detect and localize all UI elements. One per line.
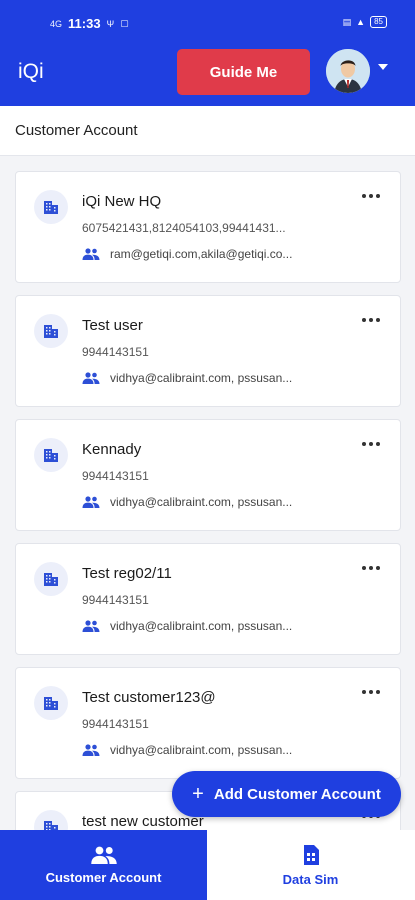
tab-label: Data Sim xyxy=(282,871,339,887)
more-options-icon[interactable] xyxy=(362,442,380,446)
building-icon xyxy=(34,438,68,472)
status-time: 11:33 xyxy=(68,16,101,31)
customer-phone: 9944143151 xyxy=(82,469,149,483)
customer-phone: 9944143151 xyxy=(82,593,149,607)
people-icon xyxy=(82,744,100,756)
people-icon xyxy=(82,620,100,632)
customer-emails: vidhya@calibraint.com, pssusan... xyxy=(110,743,293,757)
wifi-icon: ▲ xyxy=(356,17,366,27)
avatar[interactable] xyxy=(326,49,370,93)
tab-label: Customer Account xyxy=(45,869,162,885)
more-options-icon[interactable] xyxy=(362,318,380,322)
user-avatar-icon xyxy=(326,49,370,93)
plus-icon: + xyxy=(192,783,204,805)
building-icon xyxy=(34,314,68,348)
more-options-icon[interactable] xyxy=(362,194,380,198)
battery-icon: 85 xyxy=(370,16,387,28)
customer-name: iQi New HQ xyxy=(82,193,162,210)
customer-emails: ram@getiqi.com,akila@getiqi.co... xyxy=(110,247,293,261)
customer-name: test new customer xyxy=(82,813,204,830)
status-bar: 4G 11:33 Ψ ▢ ▤ ▲ 85 xyxy=(0,0,415,44)
customer-card[interactable]: iQi New HQ 6075421431,8124054103,9944143… xyxy=(15,171,401,283)
add-customer-account-button[interactable]: + Add Customer Account xyxy=(172,771,401,817)
people-icon xyxy=(82,248,100,260)
building-icon xyxy=(34,190,68,224)
customer-phone: 6075421431,8124054103,99441431... xyxy=(82,221,286,235)
bottom-nav: Customer Account Data Sim xyxy=(0,830,415,900)
tab-customer-account[interactable]: Customer Account xyxy=(0,830,207,900)
vibrate-icon: ▤ xyxy=(342,16,352,27)
chevron-down-icon[interactable] xyxy=(378,64,388,70)
customer-card[interactable]: Test reg02/11 9944143151 vidhya@calibrai… xyxy=(15,543,401,655)
usb-icon: Ψ xyxy=(106,18,115,29)
customer-name: Test reg02/11 xyxy=(82,565,172,582)
customer-emails: vidhya@calibraint.com, pssusan... xyxy=(110,371,293,385)
more-options-icon[interactable] xyxy=(362,690,380,694)
people-icon xyxy=(82,372,100,384)
notification-icon: ▢ xyxy=(120,18,129,28)
more-options-icon[interactable] xyxy=(362,566,380,570)
customer-name: Test user xyxy=(82,317,143,334)
customer-emails: vidhya@calibraint.com, pssusan... xyxy=(110,619,293,633)
building-icon xyxy=(34,810,68,830)
customer-card[interactable]: Test user 9944143151 vidhya@calibraint.c… xyxy=(15,295,401,407)
people-icon xyxy=(82,496,100,508)
building-icon xyxy=(34,686,68,720)
building-icon xyxy=(34,562,68,596)
customer-card[interactable]: Kennady 9944143151 vidhya@calibraint.com… xyxy=(15,419,401,531)
customer-phone: 9944143151 xyxy=(82,345,149,359)
app-header: 4G 11:33 Ψ ▢ ▤ ▲ 85 iQi Guide Me xyxy=(0,0,415,106)
sim-card-icon xyxy=(303,844,319,865)
page-title: Customer Account xyxy=(15,122,138,139)
guide-me-button[interactable]: Guide Me xyxy=(177,49,310,95)
app-brand: iQi xyxy=(18,60,44,83)
customer-emails: vidhya@calibraint.com, pssusan... xyxy=(110,495,293,509)
tab-data-sim[interactable]: Data Sim xyxy=(207,830,414,900)
section-bar: Customer Account xyxy=(0,106,415,156)
add-customer-account-label: Add Customer Account xyxy=(213,785,381,803)
people-icon xyxy=(90,846,117,864)
customer-name: Test customer123@ xyxy=(82,689,216,706)
signal-indicator: 4G xyxy=(50,18,63,29)
customer-phone: 9944143151 xyxy=(82,717,149,731)
customer-name: Kennady xyxy=(82,441,142,458)
customer-card[interactable]: Test customer123@ 9944143151 vidhya@cali… xyxy=(15,667,401,779)
customer-list: iQi New HQ 6075421431,8124054103,9944143… xyxy=(0,156,415,830)
